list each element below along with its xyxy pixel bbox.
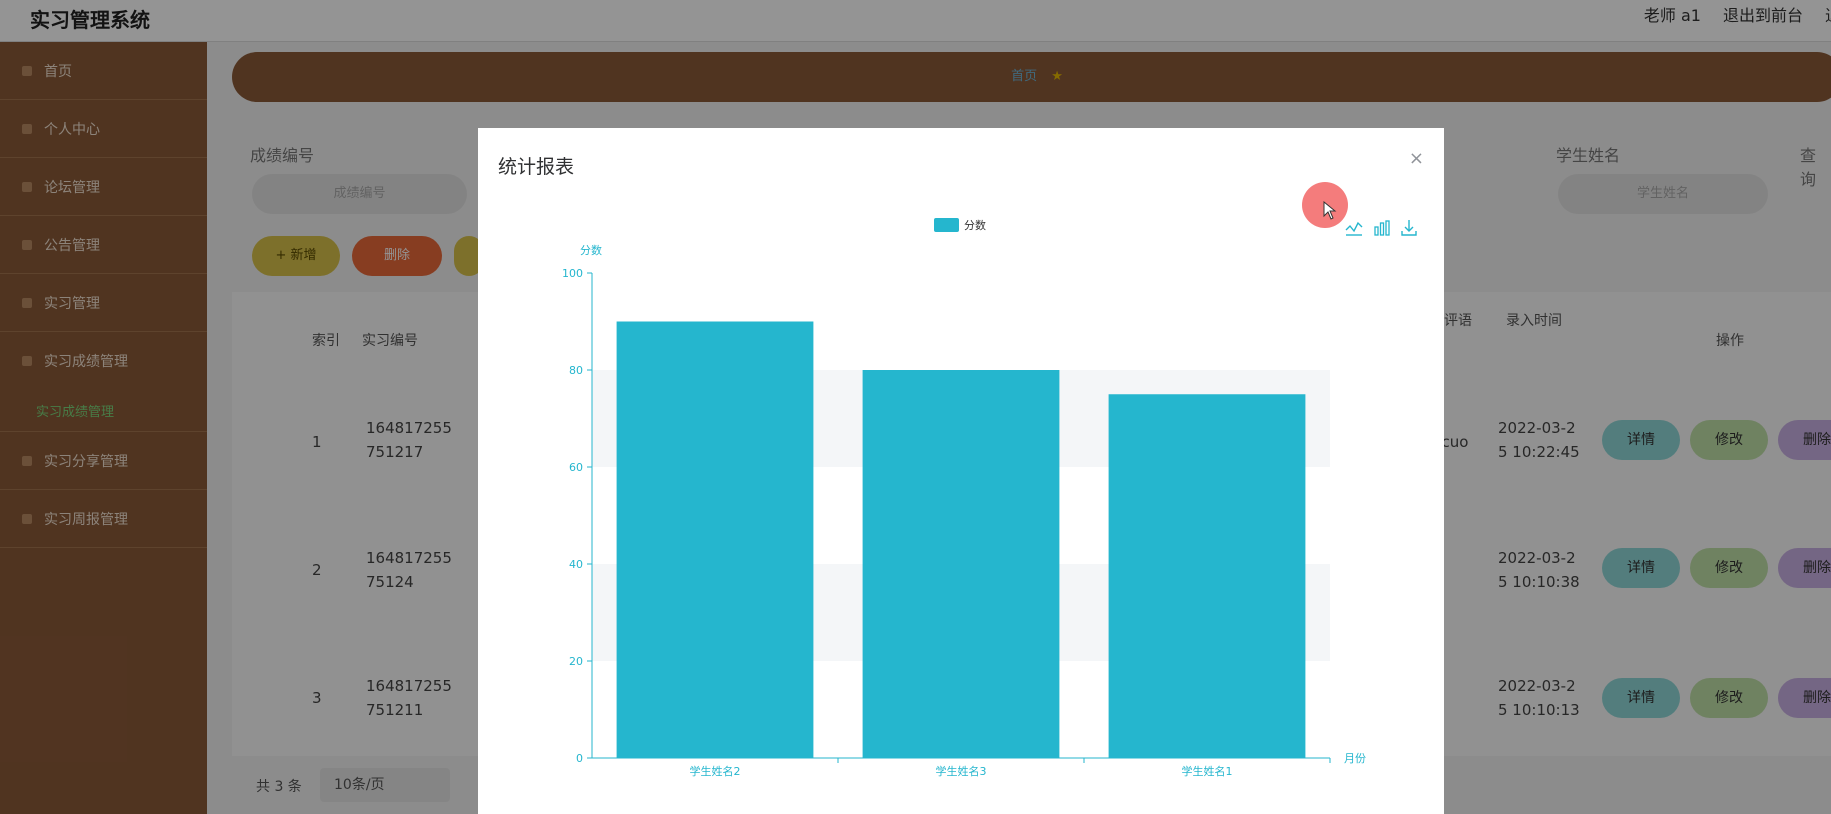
y-tick-label: 20 bbox=[569, 655, 583, 668]
y-axis-name: 分数 bbox=[580, 244, 602, 257]
y-tick-label: 60 bbox=[569, 461, 583, 474]
bar-chart: 0 20 40 60 80 100 分数月份学生姓名2 学生姓名3 学生姓名1 分数 bbox=[562, 218, 1366, 778]
bar-chart-icon[interactable] bbox=[1372, 218, 1392, 238]
x-axis-name: 月份 bbox=[1344, 752, 1366, 765]
bar-1 bbox=[616, 321, 814, 758]
bar-3 bbox=[1108, 394, 1306, 758]
y-tick-label: 0 bbox=[576, 752, 583, 765]
y-tick-label: 40 bbox=[569, 558, 583, 571]
y-tick-label: 80 bbox=[569, 364, 583, 377]
x-tick-label: 学生姓名2 bbox=[690, 764, 741, 778]
legend-label: 分数 bbox=[964, 219, 986, 232]
bar-2 bbox=[862, 370, 1060, 758]
x-tick-label: 学生姓名1 bbox=[1182, 764, 1233, 778]
mouse-cursor-icon bbox=[1323, 201, 1337, 220]
download-icon[interactable] bbox=[1399, 218, 1419, 238]
legend-swatch bbox=[934, 218, 959, 232]
y-tick-label: 100 bbox=[562, 267, 583, 280]
line-chart-icon[interactable] bbox=[1344, 218, 1364, 238]
x-tick-label: 学生姓名3 bbox=[936, 764, 987, 778]
